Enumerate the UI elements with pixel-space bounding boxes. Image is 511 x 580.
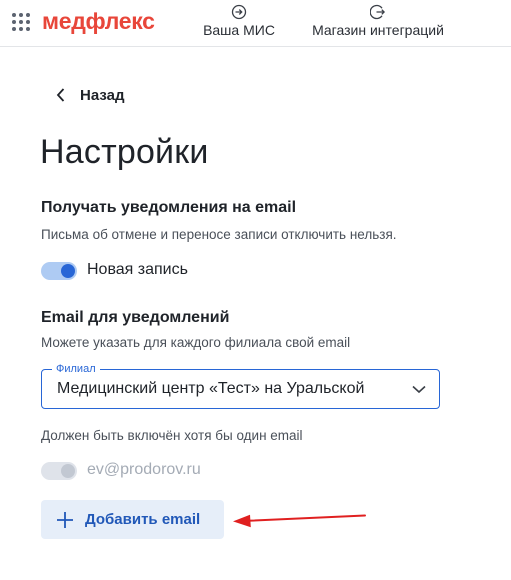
branch-select[interactable]: Филиал Медицинский центр «Тест» на Ураль… (41, 362, 440, 409)
nav-your-mis-label: Ваша МИС (203, 22, 275, 38)
email-toggle[interactable] (41, 462, 77, 480)
new-booking-toggle[interactable] (41, 262, 77, 280)
notifications-heading: Получать уведомления на email (41, 199, 297, 216)
new-booking-toggle-label: Новая запись (87, 261, 188, 278)
logo[interactable]: медфлекс (42, 8, 155, 35)
email-section-description: Можете указать для каждого филиала свой … (41, 335, 351, 350)
add-email-label: Добавить email (85, 511, 201, 528)
branch-select-value: Медицинский центр «Тест» на Уральской (57, 380, 365, 397)
logout-icon (304, 4, 452, 22)
email-required-hint: Должен быть включён хотя бы один email (41, 428, 303, 443)
nav-integrations-store-label: Магазин интеграций (312, 22, 444, 38)
branch-select-legend: Филиал (52, 362, 100, 376)
plus-icon (57, 511, 73, 528)
chevron-left-icon (56, 88, 65, 102)
chevron-down-icon (412, 385, 426, 394)
back-label: Назад (80, 86, 125, 104)
add-email-button[interactable]: Добавить email (41, 500, 224, 539)
email-section-heading: Email для уведомлений (41, 309, 230, 326)
toggle-knob (61, 264, 75, 278)
apps-grid-icon[interactable] (12, 13, 30, 31)
nav-integrations-store[interactable]: Магазин интеграций (304, 4, 452, 44)
back-link[interactable]: Назад (56, 84, 124, 106)
annotation-arrow-icon (233, 514, 366, 528)
top-navigation-bar: медфлекс Ваша МИС Магазин интеграций (0, 0, 511, 47)
page-title: Настройки (40, 133, 209, 171)
toggle-knob (61, 464, 75, 478)
login-icon (200, 4, 278, 22)
email-address-label: ev@prodorov.ru (87, 461, 201, 478)
notifications-description: Письма об отмене и переносе записи отклю… (41, 227, 397, 242)
nav-your-mis[interactable]: Ваша МИС (200, 4, 278, 44)
